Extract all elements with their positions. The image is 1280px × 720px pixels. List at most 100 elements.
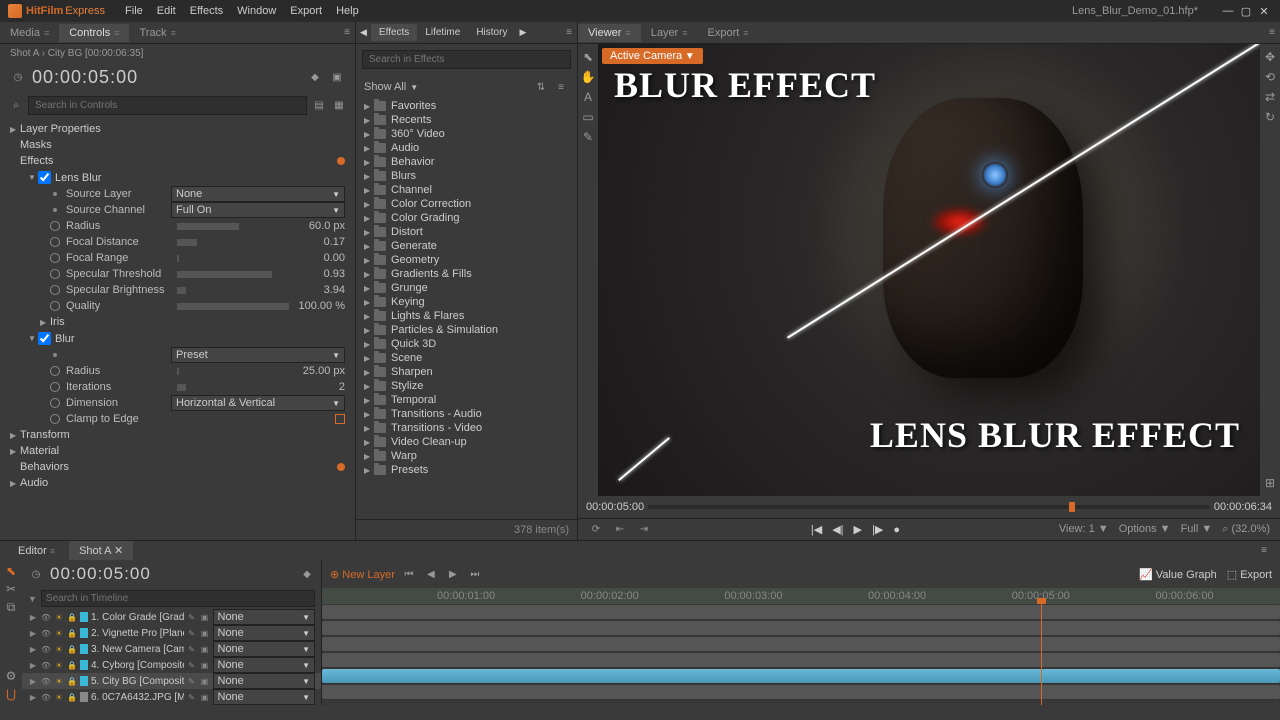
out-point-icon[interactable]: ⇥ <box>636 522 652 538</box>
sort-icon[interactable]: ⇅ <box>533 79 549 95</box>
transform-node[interactable]: ▶Transform <box>0 427 355 443</box>
tl-kf-icon[interactable]: ◆ <box>299 566 315 582</box>
keyframe-icon[interactable]: ◆ <box>307 70 323 86</box>
panel-toggle-icon[interactable]: ▣ <box>329 70 345 86</box>
quality-slider[interactable] <box>177 303 289 310</box>
iris-node[interactable]: ▶Iris <box>0 314 355 330</box>
fx-folder[interactable]: ▶Color Correction <box>356 197 577 211</box>
fx-folder[interactable]: ▶Generate <box>356 239 577 253</box>
tab-layer[interactable]: Layer ≡ <box>641 24 698 42</box>
timeline-ruler[interactable]: 00:00:01:00 00:00:02:00 00:00:03:00 00:0… <box>322 588 1280 604</box>
effects-nav-prev[interactable]: ◀ <box>356 27 371 38</box>
search-controls-input[interactable] <box>28 96 307 115</box>
fx-folder[interactable]: ▶Color Grading <box>356 211 577 225</box>
fx-folder[interactable]: ▶Stylize <box>356 379 577 393</box>
move-tool-icon[interactable]: ✥ <box>1263 50 1277 64</box>
keyframe-toggle[interactable] <box>50 221 60 231</box>
timeline-lanes[interactable] <box>322 604 1280 705</box>
menu-window[interactable]: Window <box>237 5 276 17</box>
value-graph-button[interactable]: 📈 Value Graph <box>1139 568 1217 581</box>
list-view-icon[interactable]: ▤ <box>311 98 327 114</box>
blur-node[interactable]: ▼Blur <box>0 330 355 347</box>
track-row[interactable]: ▶👁☀🔒1. Color Grade [Grade]✎▣None▼ <box>22 609 321 625</box>
tab-editor[interactable]: Editor ≡ <box>8 542 65 560</box>
pen-tool-icon[interactable]: ✎ <box>581 130 595 144</box>
fx-folder[interactable]: ▶Channel <box>356 183 577 197</box>
tl-slice-tool[interactable]: ✂ <box>4 582 18 596</box>
new-layer-button[interactable]: ⊕ New Layer <box>330 568 395 581</box>
record-button[interactable]: ● <box>893 524 900 536</box>
blend-mode-dropdown[interactable]: None▼ <box>213 673 316 689</box>
menu-edit[interactable]: Edit <box>157 5 176 17</box>
fx-folder[interactable]: ▶Presets <box>356 463 577 477</box>
step-back-button[interactable]: ◀| <box>832 523 843 536</box>
show-all-dropdown[interactable]: Show All <box>364 81 406 93</box>
mask-tool-icon[interactable]: ▭ <box>581 110 595 124</box>
menu-file[interactable]: File <box>125 5 143 17</box>
close-button[interactable]: ✕ <box>1256 4 1272 18</box>
tl-select-tool[interactable]: ⬉ <box>4 564 18 578</box>
fx-folder[interactable]: ▶Warp <box>356 449 577 463</box>
fx-folder[interactable]: ▶Sharpen <box>356 365 577 379</box>
fx-folder[interactable]: ▶Behavior <box>356 155 577 169</box>
keyframe-toggle[interactable] <box>50 414 60 424</box>
keyframe-toggle[interactable] <box>50 301 60 311</box>
tab-track[interactable]: Track ≡ <box>129 24 185 42</box>
step-fwd-button[interactable]: |▶ <box>872 523 883 536</box>
tl-magnet-icon[interactable]: ⋃ <box>4 687 18 701</box>
maximize-button[interactable]: ▢ <box>1238 4 1254 18</box>
prev-frame-button[interactable]: |◀ <box>811 523 822 536</box>
blur-radius-slider[interactable] <box>177 368 289 375</box>
fx-folder[interactable]: ▶Transitions - Video <box>356 421 577 435</box>
fx-folder[interactable]: ▶Temporal <box>356 393 577 407</box>
tl-settings-icon[interactable]: ⚙ <box>4 669 18 683</box>
keyframe-toggle[interactable] <box>50 382 60 392</box>
blur-checkbox[interactable] <box>38 332 51 345</box>
scrub-bar[interactable] <box>648 505 1210 509</box>
fx-folder[interactable]: ▶Keying <box>356 295 577 309</box>
material-node[interactable]: ▶Material <box>0 443 355 459</box>
keyframe-toggle[interactable] <box>50 253 60 263</box>
zoom-dropdown[interactable]: ⌕ (32.0%) <box>1222 523 1270 536</box>
play-button[interactable]: ▶ <box>854 523 862 536</box>
fx-folder[interactable]: ▶Favorites <box>356 99 577 113</box>
blend-mode-dropdown[interactable]: None▼ <box>213 689 316 705</box>
search-effects-input[interactable] <box>362 50 571 69</box>
track-row[interactable]: ▶👁☀🔒3. New Camera [Camera]✎▣None▼ <box>22 641 321 657</box>
keyframe-toggle[interactable] <box>50 366 60 376</box>
playhead[interactable] <box>1041 604 1042 705</box>
fx-folder[interactable]: ▶Audio <box>356 141 577 155</box>
fx-folder[interactable]: ▶Geometry <box>356 253 577 267</box>
fx-folder[interactable]: ▶Distort <box>356 225 577 239</box>
hand-tool-icon[interactable]: ✋ <box>581 70 595 84</box>
tl-export-button[interactable]: ⬚ Export <box>1227 568 1272 581</box>
fx-folder[interactable]: ▶360° Video <box>356 127 577 141</box>
blend-mode-dropdown[interactable]: None▼ <box>213 609 316 625</box>
tl-nav-last[interactable]: ⏭ <box>467 566 483 582</box>
layer-properties-node[interactable]: ▶Layer Properties <box>0 121 355 137</box>
radius-slider[interactable] <box>177 223 289 230</box>
viewer-panel-menu[interactable]: ≡ <box>1264 25 1280 41</box>
keyframe-toggle[interactable] <box>50 237 60 247</box>
fx-folder[interactable]: ▶Particles & Simulation <box>356 323 577 337</box>
keyframe-toggle[interactable] <box>50 285 60 295</box>
options-dropdown[interactable]: Options ▼ <box>1119 523 1171 536</box>
orbit-tool-icon[interactable]: ⟲ <box>1263 70 1277 84</box>
minimize-button[interactable]: — <box>1220 4 1236 18</box>
tab-history[interactable]: History <box>468 24 515 41</box>
panel-menu-icon[interactable]: ≡ <box>339 25 355 41</box>
spec-brightness-slider[interactable] <box>177 287 289 294</box>
tl-search-input[interactable] <box>41 590 315 607</box>
spec-threshold-slider[interactable] <box>177 271 289 278</box>
timecode-display[interactable]: 00:00:05:00 <box>32 67 138 88</box>
loop-icon[interactable]: ⟳ <box>588 522 604 538</box>
fx-folder[interactable]: ▶Blurs <box>356 169 577 183</box>
clamp-checkbox[interactable] <box>335 414 345 424</box>
track-row[interactable]: ▶👁☀🔒2. Vignette Pro [Plane]✎▣None▼ <box>22 625 321 641</box>
keyframe-toggle[interactable] <box>50 269 60 279</box>
tab-export[interactable]: Export ≡ <box>698 24 759 42</box>
lens-blur-checkbox[interactable] <box>38 171 51 184</box>
viewer-canvas[interactable]: Active Camera ▼ BLUR EFFECT LENS BLUR EF… <box>598 44 1260 496</box>
blend-mode-dropdown[interactable]: None▼ <box>213 657 316 673</box>
tab-controls[interactable]: Controls ≡ <box>59 24 129 42</box>
